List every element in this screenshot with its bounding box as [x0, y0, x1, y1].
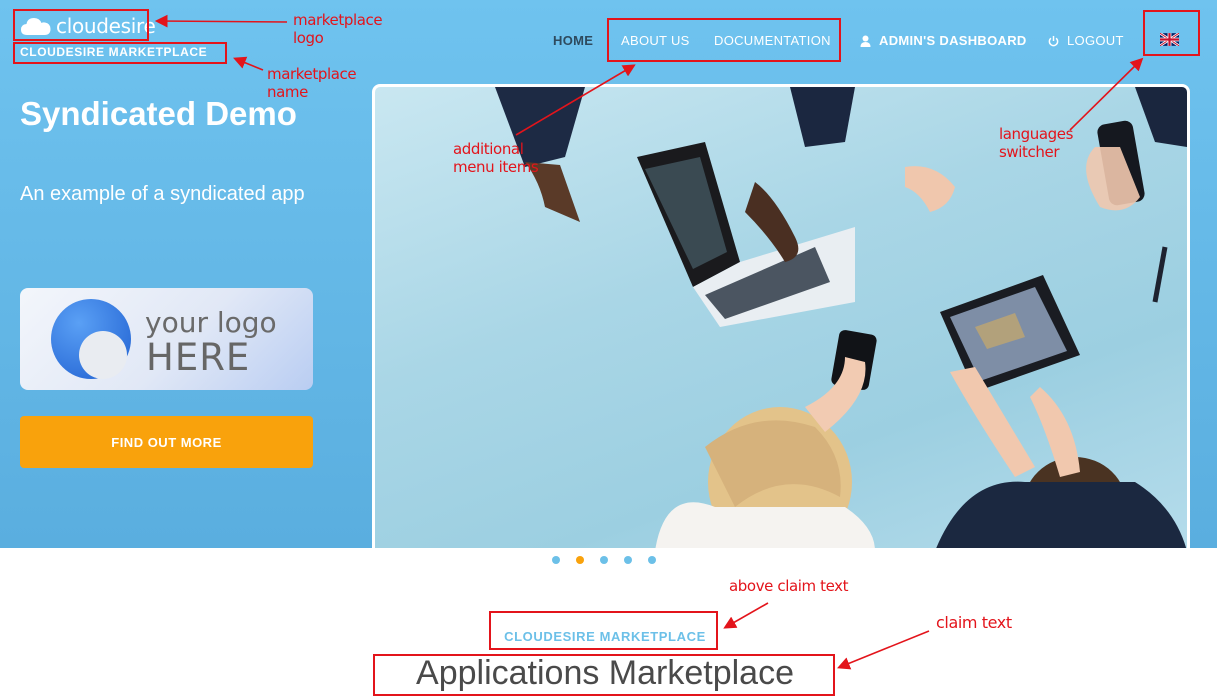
- nav-admin-label: ADMIN'S DASHBOARD: [879, 33, 1027, 48]
- annotation-label-name: marketplace name: [267, 65, 357, 101]
- annotation-label-logo: marketplace logo: [293, 11, 383, 47]
- logo-placeholder-line2: HERE: [146, 336, 251, 379]
- power-icon: [1048, 35, 1059, 46]
- nav-logout[interactable]: LOGOUT: [1048, 33, 1124, 48]
- app-logo-card: your logo HERE: [20, 288, 313, 390]
- page: cloudesire CLOUDESIRE MARKETPLACE HOME A…: [0, 0, 1217, 700]
- carousel-dots: [552, 556, 656, 564]
- find-out-more-button[interactable]: FIND OUT MORE: [20, 416, 313, 468]
- arrow-above-claim: [723, 602, 769, 629]
- annotation-label-claim: claim text: [936, 613, 1012, 632]
- annotation-lang-text: languages switcher: [999, 125, 1074, 161]
- annotation-menu-text: additional menu items: [453, 140, 539, 176]
- hero-section: cloudesire CLOUDESIRE MARKETPLACE HOME A…: [0, 0, 1217, 548]
- annotation-name-text: marketplace name: [267, 65, 357, 101]
- user-icon: [860, 35, 871, 47]
- annotation-box-claim: [373, 654, 835, 696]
- annotation-box-menu: [607, 18, 841, 62]
- annotation-label-menu: additional menu items: [453, 140, 539, 176]
- nav-logout-label: LOGOUT: [1067, 33, 1124, 48]
- annotation-box-above-claim: [489, 611, 718, 650]
- carousel-dot[interactable]: [648, 556, 656, 564]
- nav-admin-dashboard[interactable]: ADMIN'S DASHBOARD: [860, 33, 1027, 48]
- annotation-label-lang: languages switcher: [999, 125, 1073, 161]
- logo-placeholder-line1: your logo: [145, 306, 277, 339]
- carousel-dot[interactable]: [624, 556, 632, 564]
- annotation-box-logo: [13, 9, 149, 41]
- annotation-logo-text: marketplace logo: [293, 11, 383, 47]
- logo-circle-inner: [79, 331, 127, 379]
- annotation-label-above-claim: above claim text: [729, 577, 849, 595]
- annotation-box-name: [13, 42, 227, 64]
- carousel-dot[interactable]: [552, 556, 560, 564]
- annotation-box-language: [1143, 10, 1200, 56]
- carousel-dot-active[interactable]: [576, 556, 584, 564]
- nav-home[interactable]: HOME: [553, 33, 593, 48]
- carousel-dot[interactable]: [600, 556, 608, 564]
- laptop-illustration: [637, 142, 855, 327]
- hero-subtitle: An example of a syndicated app: [20, 183, 305, 205]
